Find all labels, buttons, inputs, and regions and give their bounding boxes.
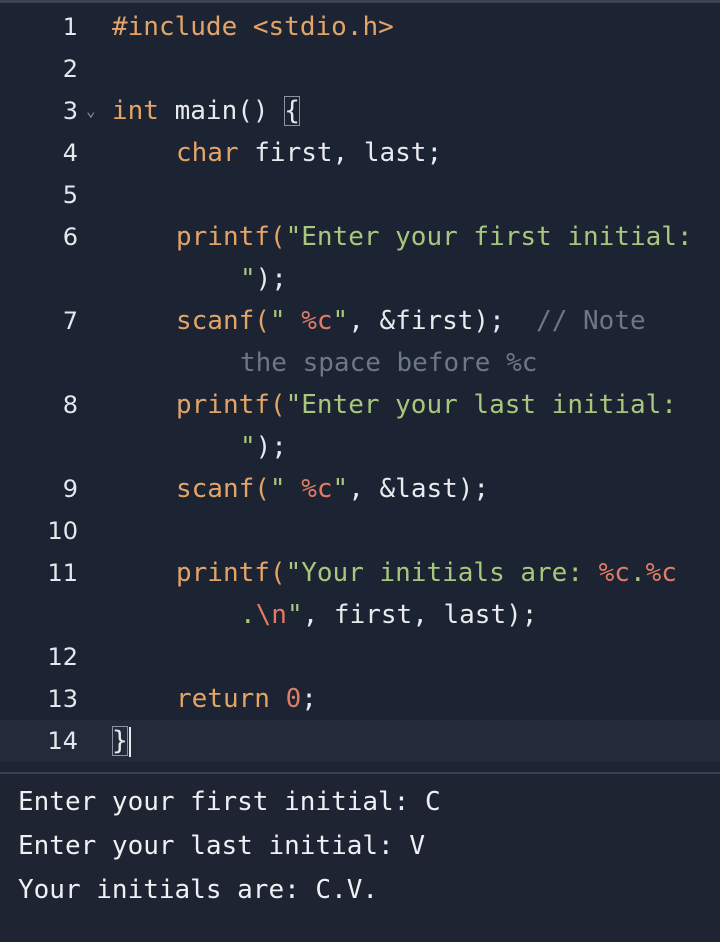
code-text: scanf(" %c", &last);: [176, 468, 489, 510]
code-line-13[interactable]: 13 return 0;: [0, 678, 720, 720]
string-literal: ": [240, 264, 256, 294]
function-name: scanf(: [176, 306, 270, 336]
format-specifier: %c: [301, 474, 333, 504]
string-literal: "Your initials are:: [285, 558, 599, 588]
line-number: 13: [47, 685, 78, 713]
code-token: first, last;: [238, 138, 443, 168]
code-text-wrap: ");: [240, 258, 287, 300]
function-name: scanf(: [176, 474, 270, 504]
format-specifier: %c: [301, 306, 333, 336]
line-number: 6: [62, 223, 78, 251]
code-line-6[interactable]: 6 printf("Enter your first initial: ");: [0, 216, 720, 300]
code-editor[interactable]: 1 #include <stdio.h> 2 3 ⌄ int main() { …: [0, 0, 720, 772]
code-text-wrap: .\n", first, last);: [240, 594, 537, 636]
line-number: 7: [62, 307, 78, 335]
code-text: printf("Enter your last initial:: [176, 384, 677, 426]
string-literal: ": [332, 306, 349, 336]
string-literal: ": [269, 306, 302, 336]
line-number: 1: [62, 13, 78, 41]
keyword: char: [176, 138, 239, 168]
line-number: 12: [47, 643, 78, 671]
code-line-7[interactable]: 7 scanf(" %c", &first); // Note the spac…: [0, 300, 720, 384]
code-text: return 0;: [176, 678, 317, 720]
line-number: 9: [62, 475, 78, 503]
code-token: , first, last);: [302, 600, 538, 630]
comment: // Note: [536, 306, 646, 336]
line-number: 3: [62, 97, 78, 125]
output-console[interactable]: Enter your first initial: C Enter your l…: [0, 772, 720, 942]
number-literal: 0: [285, 684, 302, 714]
fold-toggle-icon[interactable]: ⌄: [86, 90, 96, 132]
string-literal: ": [240, 432, 256, 462]
code-token: main(): [158, 96, 285, 126]
code-text: int main() {: [112, 90, 300, 132]
code-text: #include <stdio.h>: [112, 6, 394, 48]
code-text: printf("Your initials are: %c.%c: [176, 552, 677, 594]
escape-sequence: \n: [255, 600, 287, 630]
console-output-line: Your initials are: C.V.: [18, 875, 379, 905]
code-token: );: [255, 264, 287, 294]
line-number: 8: [62, 391, 78, 419]
line-number: 2: [62, 55, 78, 83]
string-literal: ": [286, 600, 303, 630]
code-text-wrap: the space before %c: [240, 342, 537, 384]
line-number: 10: [47, 517, 78, 545]
code-token: ;: [301, 684, 317, 714]
line-number: 14: [47, 727, 78, 755]
console-output-line: Enter your last initial: V: [18, 831, 425, 861]
string-literal: .: [629, 558, 646, 588]
code-token: );: [255, 432, 287, 462]
code-line-8[interactable]: 8 printf("Enter your last initial: ");: [0, 384, 720, 468]
string-literal: ": [269, 474, 302, 504]
include-directive: #include <stdio.h>: [112, 12, 394, 42]
code-text-wrap: ");: [240, 426, 287, 468]
code-line-1[interactable]: 1 #include <stdio.h>: [0, 6, 720, 48]
format-specifier: %c: [598, 558, 630, 588]
string-literal: "Enter your last initial:: [285, 390, 677, 420]
code-line-2[interactable]: 2: [0, 48, 720, 90]
keyword: return: [176, 684, 270, 714]
code-line-14[interactable]: 14 }: [0, 720, 720, 762]
function-name: printf(: [176, 222, 286, 252]
line-number: 5: [62, 181, 78, 209]
code-token: , &last);: [348, 474, 490, 504]
code-line-9[interactable]: 9 scanf(" %c", &last);: [0, 468, 720, 510]
text-cursor: [128, 726, 131, 757]
code-line-4[interactable]: 4 char first, last;: [0, 132, 720, 174]
code-line-10[interactable]: 10: [0, 510, 720, 552]
string-literal: .: [240, 600, 256, 630]
code-token: , &first);: [348, 306, 505, 336]
keyword: int: [112, 96, 159, 126]
line-number: 4: [62, 139, 78, 167]
line-number: 11: [47, 559, 78, 587]
code-line-5[interactable]: 5: [0, 174, 720, 216]
code-line-3[interactable]: 3 ⌄ int main() {: [0, 90, 720, 132]
code-line-11[interactable]: 11 printf("Your initials are: %c.%c .\n"…: [0, 552, 720, 636]
string-literal: ": [332, 474, 349, 504]
function-name: printf(: [176, 558, 286, 588]
format-specifier: %c: [645, 558, 677, 588]
function-name: printf(: [176, 390, 286, 420]
code-text: scanf(" %c", &first); // Note: [176, 300, 646, 342]
comment: the space before %c: [240, 348, 538, 378]
code-text: }: [112, 720, 131, 762]
code-text: char first, last;: [176, 132, 442, 174]
code-text: printf("Enter your first initial:: [176, 216, 693, 258]
code-line-12[interactable]: 12: [0, 636, 720, 678]
console-output-line: Enter your first initial: C: [18, 787, 441, 817]
matched-brace: {: [284, 96, 300, 126]
matched-brace: }: [112, 726, 128, 756]
string-literal: "Enter your first initial:: [285, 222, 693, 252]
